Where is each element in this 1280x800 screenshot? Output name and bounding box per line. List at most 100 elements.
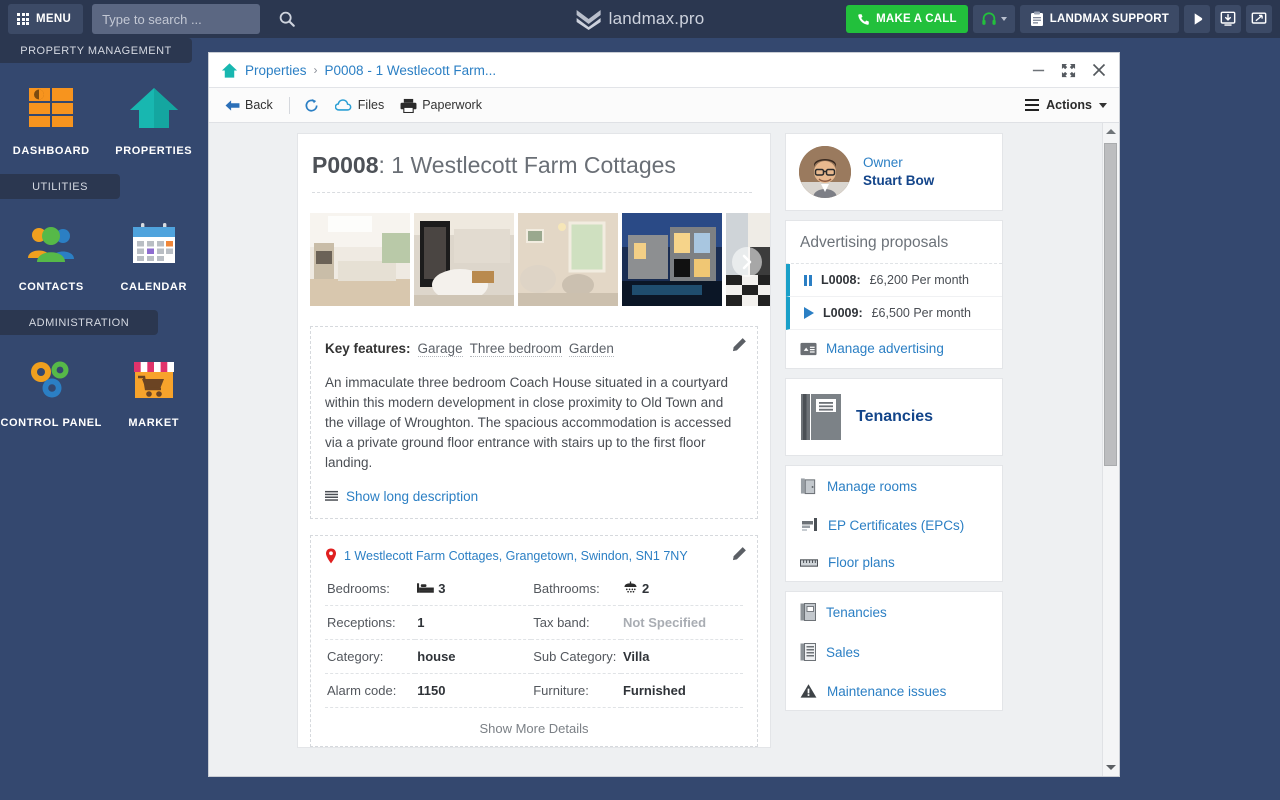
detail-key: Bathrooms: [531, 572, 621, 606]
sidebar-item-label: CONTACTS [18, 281, 84, 293]
gallery-thumb[interactable] [414, 213, 514, 306]
sidebar-item-market[interactable]: MARKET [103, 347, 206, 442]
breadcrumb-root[interactable]: Properties [245, 63, 307, 78]
actions-menu-button[interactable]: Actions [1025, 98, 1107, 112]
files-button[interactable]: Files [334, 98, 384, 112]
grid-menu-icon [17, 13, 29, 25]
proposal-amount: £6,200 Per month [869, 273, 969, 287]
warning-triangle-icon [800, 684, 817, 698]
owner-card[interactable]: Owner Stuart Bow [785, 133, 1003, 211]
back-button[interactable]: Back [225, 98, 273, 112]
scroll-down-button[interactable] [1103, 759, 1119, 776]
dashboard-grid-icon [27, 83, 75, 135]
gallery-thumb[interactable] [310, 213, 410, 306]
link-label: Maintenance issues [827, 683, 947, 699]
window-header: Properties › P0008 - 1 Westlecott Farm..… [209, 53, 1119, 88]
show-more-details-link[interactable]: Show More Details [325, 708, 743, 742]
edit-key-features-button[interactable] [732, 337, 747, 357]
detail-value-text: 2 [641, 581, 650, 596]
landmax-support-button[interactable]: LANDMAX SUPPORT [1019, 5, 1179, 33]
detail-value: Not Specified [620, 605, 743, 640]
key-features-label: Key features: [325, 341, 411, 356]
refresh-icon [305, 98, 318, 112]
tenancies-header-label: Tenancies [856, 408, 934, 425]
detail-key: Furniture: [531, 673, 621, 708]
gallery-thumb[interactable] [518, 213, 618, 306]
owner-role-label: Owner [863, 155, 903, 170]
back-arrow-icon [225, 99, 240, 111]
refresh-button[interactable] [304, 98, 319, 113]
detail-value: 3 [415, 572, 532, 606]
close-icon[interactable] [1090, 62, 1107, 79]
paperwork-button[interactable]: Paperwork [400, 98, 482, 113]
manage-advertising-link[interactable]: Manage advertising [786, 330, 1002, 368]
restore-expand-icon[interactable] [1060, 62, 1077, 79]
sidebar-item-contacts[interactable]: CONTACTS [0, 211, 103, 306]
brand: landmax.pro [576, 7, 705, 31]
screen-resize-button[interactable] [1246, 5, 1272, 33]
window-controls [1030, 62, 1111, 79]
floor-plans-link[interactable]: Floor plans [786, 544, 1002, 581]
scrollbar-thumb[interactable] [1104, 143, 1117, 466]
search-input[interactable] [102, 11, 279, 27]
book-small-icon [800, 603, 816, 621]
maintenance-issues-link[interactable]: Maintenance issues [786, 672, 1002, 710]
tenancies-link[interactable]: Tenancies [786, 592, 1002, 632]
sidebar-section-label: PROPERTY MANAGEMENT [20, 44, 172, 57]
vertical-scrollbar[interactable] [1102, 123, 1119, 776]
key-feature-tag: Garage [417, 341, 463, 357]
link-label: Tenancies [826, 604, 887, 620]
download-button[interactable] [1215, 5, 1241, 33]
notifications-button[interactable] [1184, 5, 1210, 33]
right-sidebar-column: Owner Stuart Bow Advertising proposals L… [785, 133, 1003, 776]
make-a-call-button[interactable]: MAKE A CALL [846, 5, 968, 33]
home-house-icon[interactable] [221, 62, 238, 79]
toolbar-divider [288, 96, 290, 114]
advertising-proposal-row[interactable]: L0008: £6,200 Per month [786, 264, 1002, 297]
detail-value: Furnished [620, 673, 743, 708]
detail-value: 2 [620, 572, 743, 606]
sales-link[interactable]: Sales [786, 632, 1002, 672]
sidebar-item-properties[interactable]: PROPERTIES [103, 75, 206, 170]
breadcrumb-current[interactable]: P0008 - 1 Westlecott Farm... [325, 63, 497, 78]
main-menu-button[interactable]: MENU [8, 4, 84, 34]
property-name: 1 Westlecott Farm Cottages [391, 152, 676, 178]
tenancies-header-card[interactable]: Tenancies [785, 378, 1003, 456]
gallery-next-button[interactable] [732, 247, 762, 277]
map-pin-icon [326, 548, 336, 564]
show-long-description-link[interactable]: Show long description [325, 489, 743, 504]
search-icon[interactable] [278, 10, 296, 28]
download-to-screen-icon [1220, 11, 1236, 26]
show-long-description-label: Show long description [346, 489, 479, 504]
list-lines-icon [325, 490, 338, 501]
advertising-proposal-row[interactable]: L0009: £6,500 Per month [786, 297, 1002, 330]
minimize-icon[interactable] [1030, 62, 1047, 79]
burger-menu-icon [1025, 98, 1040, 112]
manage-advertising-label: Manage advertising [826, 341, 944, 356]
sidebar-item-dashboard[interactable]: DASHBOARD [0, 75, 103, 170]
property-title-block: P0008: 1 Westlecott Farm Cottages [298, 134, 770, 205]
clipboard-icon [1030, 11, 1043, 26]
header-actions: MAKE A CALL LANDMAX SUPPORT [846, 5, 1280, 33]
owner-name: Stuart Bow [863, 173, 935, 188]
manage-rooms-link[interactable]: Manage rooms [786, 466, 1002, 506]
headset-dropdown-button[interactable] [972, 5, 1015, 33]
play-icon [804, 307, 814, 319]
proposal-ref: L0009: [823, 306, 863, 320]
scroll-up-button[interactable] [1103, 123, 1119, 140]
global-search[interactable] [92, 4, 295, 34]
detail-value: Villa [620, 639, 743, 674]
book-icon [801, 394, 841, 440]
property-address[interactable]: 1 Westlecott Farm Cottages, Grangetown, … [344, 549, 688, 563]
property-detail-card: P0008: 1 Westlecott Farm Cottages Key fe… [297, 133, 771, 748]
gallery-thumb[interactable] [622, 213, 722, 306]
epc-certificates-link[interactable]: EP Certificates (EPCs) [786, 506, 1002, 544]
ledger-icon [800, 643, 816, 661]
sidebar-section-label: UTILITIES [32, 180, 88, 193]
sidebar-item-control-panel[interactable]: CONTROL PANEL [0, 347, 103, 442]
edit-address-button[interactable] [732, 546, 747, 566]
detail-key: Sub Category: [531, 639, 621, 674]
window-toolbar: Back Files Paperwork Actions [209, 88, 1119, 123]
table-row: Alarm code: 1150 Furniture: Furnished [325, 673, 743, 708]
sidebar-item-calendar[interactable]: CALENDAR [103, 211, 206, 306]
